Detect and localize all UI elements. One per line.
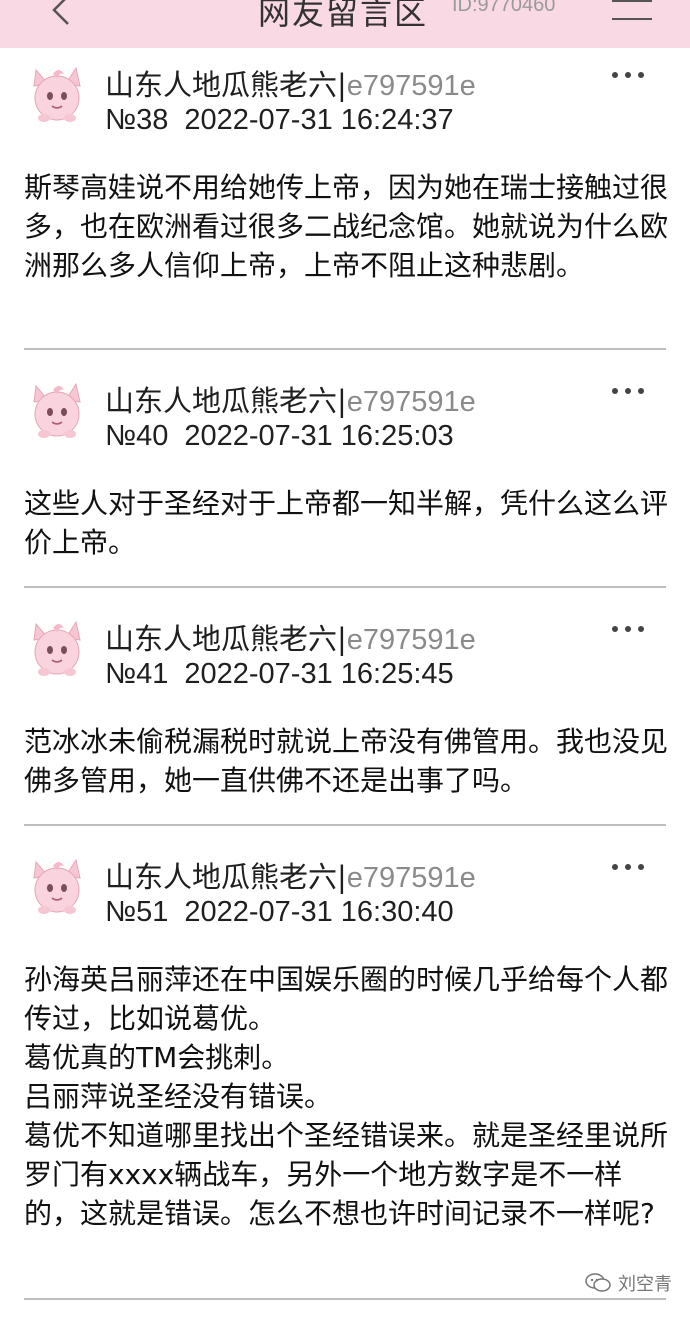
comment-text: 范冰冰未偷税漏税时就说上帝没有佛管用。我也没见佛多管用，她一直供佛不还是出事了吗… (24, 725, 669, 797)
divider (24, 1298, 666, 1300)
more-options-button[interactable] (612, 860, 646, 874)
username[interactable]: 山东人地瓜熊老六|e797591e (105, 854, 476, 896)
top-bar: 网友留言区 ID:9770460 (0, 0, 690, 48)
watermark-text: 刘空青 (618, 1274, 672, 1295)
wechat-watermark: 刘空青 (584, 1270, 672, 1296)
more-options-button[interactable] (612, 68, 646, 82)
post-timestamp: 2022-07-31 16:25:45 (184, 658, 454, 690)
more-options-button[interactable] (612, 622, 646, 636)
pink-creature-avatar-icon (33, 620, 81, 676)
post-number: №40 (105, 420, 169, 452)
pink-creature-avatar-icon (33, 382, 81, 438)
username-text: 山东人地瓜熊老六| (105, 68, 347, 102)
username-text: 山东人地瓜熊老六| (105, 622, 347, 656)
post-number: №38 (105, 104, 169, 136)
pink-creature-avatar-icon (33, 858, 81, 914)
username[interactable]: 山东人地瓜熊老六|e797591e (105, 378, 476, 420)
comment-text: 这些人对于圣经对于上帝都一知半解，凭什么这么评价上帝。 (24, 487, 669, 559)
avatar[interactable] (26, 614, 88, 680)
username[interactable]: 山东人地瓜熊老六|e797591e (105, 62, 476, 104)
back-button[interactable] (46, 0, 76, 34)
comment-text: 斯琴高娃说不用给她传上帝，因为她在瑞士接触过很多，也在欧洲看过很多二战纪念馆。她… (24, 171, 669, 282)
more-options-button[interactable] (612, 384, 646, 398)
user-id: e797591e (346, 386, 476, 418)
divider (24, 824, 666, 826)
user-id: e797591e (346, 70, 476, 102)
pink-creature-avatar-icon (33, 66, 81, 122)
chevron-left-icon (52, 0, 69, 25)
username[interactable]: 山东人地瓜熊老六|e797591e (105, 616, 476, 658)
room-id: ID:9770460 (452, 0, 556, 16)
post-timestamp: 2022-07-31 16:25:03 (184, 420, 454, 452)
post-meta: №38 2022-07-31 16:24:37 (105, 104, 454, 137)
post-meta: №41 2022-07-31 16:25:45 (105, 658, 454, 691)
avatar[interactable] (26, 852, 88, 918)
hamburger-menu-icon (612, 0, 652, 2)
post-meta: №40 2022-07-31 16:25:03 (105, 420, 454, 453)
username-text: 山东人地瓜熊老六| (105, 384, 347, 418)
more-dots-icon (612, 626, 618, 632)
username-text: 山东人地瓜熊老六| (105, 860, 347, 894)
more-dots-icon (612, 72, 618, 78)
divider (24, 348, 666, 350)
post-number: №51 (105, 896, 169, 928)
user-id: e797591e (346, 862, 476, 894)
page-title: 网友留言区 (258, 0, 429, 32)
comment-text: 孙海英吕丽萍还在中国娱乐圈的时候几乎给每个人都传过，比如说葛优。 葛优真的TM会… (24, 963, 669, 1230)
user-id: e797591e (346, 624, 476, 656)
wechat-icon (585, 1273, 611, 1292)
avatar[interactable] (26, 60, 88, 126)
post-number: №41 (105, 658, 169, 690)
more-dots-icon (612, 388, 618, 394)
more-dots-icon (612, 864, 618, 870)
avatar[interactable] (26, 376, 88, 442)
divider (24, 586, 666, 588)
menu-button[interactable] (612, 0, 652, 30)
post-timestamp: 2022-07-31 16:30:40 (184, 896, 454, 928)
post-timestamp: 2022-07-31 16:24:37 (184, 104, 454, 136)
post-meta: №51 2022-07-31 16:30:40 (105, 896, 454, 929)
